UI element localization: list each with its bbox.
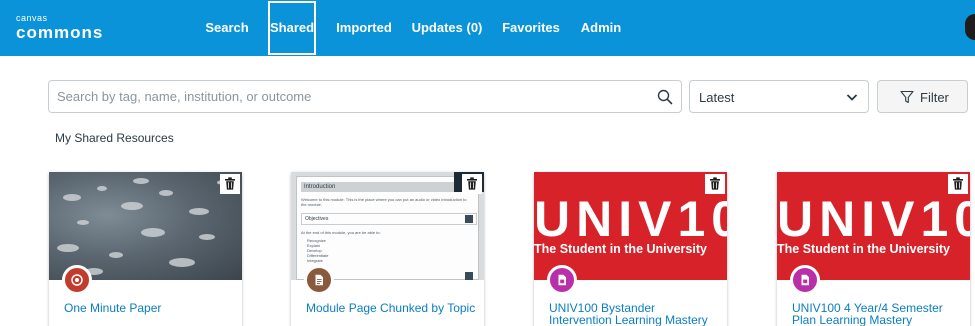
preview-objectives-label: Objectives bbox=[305, 216, 329, 222]
resource-type-badge bbox=[304, 265, 334, 295]
sort-selected-value: Latest bbox=[699, 90, 735, 105]
thumbnail-course-code: UNIV10 bbox=[534, 191, 727, 247]
preview-heading: Introduction bbox=[301, 182, 459, 192]
file-icon bbox=[801, 274, 809, 286]
resource-card[interactable]: UNIV10 The Student in the University UNI… bbox=[777, 172, 970, 326]
thumbnail-course-subtitle: The Student in the University bbox=[777, 242, 950, 256]
search-input[interactable] bbox=[57, 81, 647, 112]
preview-list: Recognize Explain Develop Differentiate … bbox=[307, 238, 387, 263]
resource-title-link[interactable]: Module Page Chunked by Topic bbox=[306, 302, 476, 314]
resource-card[interactable]: Introduction Welcome to this module. Thi… bbox=[291, 172, 484, 326]
delete-button[interactable] bbox=[220, 174, 240, 194]
resource-thumbnail: UNIV10 The Student in the University bbox=[534, 172, 727, 280]
resource-type-badge bbox=[62, 265, 92, 295]
module-page-preview: Introduction Welcome to this module. Thi… bbox=[296, 176, 479, 280]
nav-shared[interactable]: Shared bbox=[268, 1, 316, 55]
resource-card[interactable]: UNIV10 The Student in the University UNI… bbox=[534, 172, 727, 326]
nav-updates[interactable]: Updates (0) bbox=[408, 0, 486, 56]
quiz-target-icon bbox=[71, 274, 83, 286]
delete-button[interactable] bbox=[462, 174, 482, 194]
resource-title-link[interactable]: UNIV100 4 Year/4 Semester Plan Learning … bbox=[792, 302, 962, 326]
document-icon bbox=[315, 274, 323, 286]
resource-card[interactable]: One Minute Paper bbox=[49, 172, 242, 326]
canvas-commons-logo[interactable]: canvas commons bbox=[16, 13, 104, 42]
resource-thumbnail: UNIV10 The Student in the University bbox=[777, 172, 970, 280]
nav-search[interactable]: Search bbox=[198, 0, 256, 56]
logo-small-text: canvas bbox=[16, 13, 48, 23]
trash-icon bbox=[225, 177, 235, 190]
preview-list-item: Integrate bbox=[307, 258, 323, 263]
resource-thumbnail: Introduction Welcome to this module. Thi… bbox=[291, 172, 484, 280]
filter-label: Filter bbox=[920, 90, 949, 105]
sort-select[interactable]: Latest bbox=[689, 80, 869, 113]
top-navigation-bar: canvas commons Search Shared Imported Up… bbox=[0, 0, 975, 56]
logo-big-text: commons bbox=[16, 23, 104, 42]
nav-favorites[interactable]: Favorites bbox=[497, 0, 565, 56]
filter-funnel-icon bbox=[900, 90, 914, 104]
resource-title-link[interactable]: UNIV100 Bystander Intervention Learning … bbox=[549, 302, 719, 326]
resource-title-link[interactable]: One Minute Paper bbox=[64, 302, 234, 314]
thumbnail-course-subtitle: The Student in the University bbox=[534, 242, 707, 256]
search-field[interactable] bbox=[48, 80, 682, 113]
preview-text: At the end of this module, you are be ab… bbox=[301, 230, 381, 235]
preview-objectives-box: Objectives bbox=[301, 213, 477, 225]
search-icon[interactable] bbox=[657, 89, 673, 105]
section-title: My Shared Resources bbox=[55, 131, 174, 145]
trash-icon bbox=[710, 177, 720, 190]
delete-button[interactable] bbox=[705, 174, 725, 194]
delete-button[interactable] bbox=[948, 174, 968, 194]
chevron-down-icon bbox=[846, 94, 858, 101]
user-avatar[interactable] bbox=[965, 14, 975, 40]
trash-icon bbox=[467, 177, 477, 190]
filter-button[interactable]: Filter bbox=[877, 80, 968, 113]
resource-type-badge bbox=[547, 265, 577, 295]
trash-icon bbox=[953, 177, 963, 190]
nav-admin[interactable]: Admin bbox=[575, 0, 627, 56]
thumbnail-course-code: UNIV10 bbox=[777, 191, 970, 247]
resource-thumbnail bbox=[49, 172, 242, 280]
preview-intro: Welcome to this module. This is the plac… bbox=[301, 197, 467, 207]
resource-type-badge bbox=[790, 265, 820, 295]
nav-imported[interactable]: Imported bbox=[330, 0, 398, 56]
file-icon bbox=[558, 274, 566, 286]
